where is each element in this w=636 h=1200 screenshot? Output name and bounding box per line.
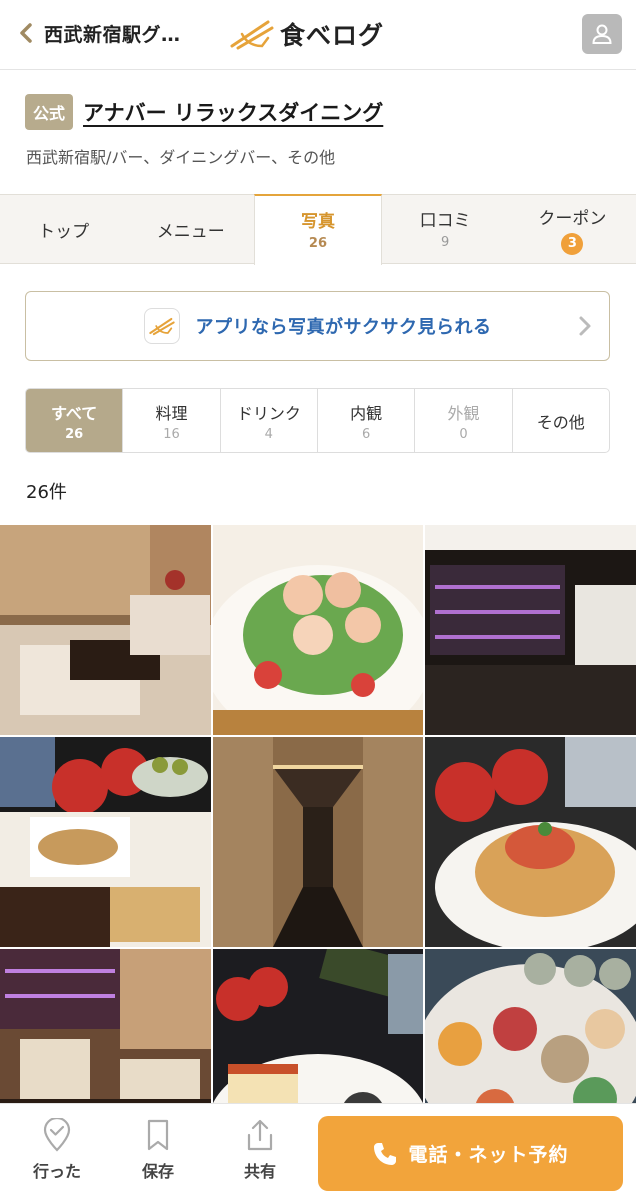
- coupon-count-badge: 3: [561, 232, 584, 255]
- tab-reviews[interactable]: 口コミ 9: [382, 195, 509, 263]
- filter-all[interactable]: すべて 26: [26, 389, 124, 452]
- official-badge: 公式: [25, 94, 74, 130]
- bottom-action-bar: 行った 保存 共有 電話・ネット予約: [0, 1103, 636, 1200]
- tab-label: 写真: [300, 212, 335, 232]
- filter-count: 26: [65, 426, 84, 442]
- reserve-label: 電話・ネット予約: [408, 1144, 569, 1166]
- reserve-button[interactable]: 電話・ネット予約: [318, 1116, 623, 1191]
- app-logo-icon: [143, 308, 180, 344]
- back-label: 西武新宿駅グ…: [44, 23, 181, 46]
- share-button[interactable]: 共有: [220, 1118, 300, 1182]
- went-button[interactable]: 行った: [17, 1118, 97, 1182]
- filter-count: 0: [459, 426, 468, 442]
- photo-grid: [0, 525, 636, 1169]
- logo-mark-icon: [230, 20, 274, 50]
- filter-label: すべて: [51, 403, 98, 423]
- app-header: 西武新宿駅グ… 食べログ: [0, 0, 636, 70]
- restaurant-tabs: トップ メニュー 写真 26 口コミ 9 クーポン 3: [0, 194, 636, 265]
- photo-thumbnail[interactable]: [425, 525, 636, 735]
- filter-label: その他: [536, 412, 585, 432]
- phone-icon: [374, 1142, 397, 1165]
- filter-drink[interactable]: ドリンク 4: [221, 389, 318, 452]
- map-pin-check-icon: [43, 1118, 71, 1152]
- tab-label: メニュー: [156, 221, 225, 242]
- filter-label: 料理: [155, 403, 188, 423]
- restaurant-name[interactable]: アナバー リラックスダイニング: [83, 97, 383, 127]
- filter-count: 6: [362, 426, 371, 442]
- result-count: 26件: [26, 482, 67, 503]
- bookmark-icon: [147, 1119, 169, 1151]
- tab-menu[interactable]: メニュー: [127, 195, 254, 263]
- app-promo-banner[interactable]: アプリなら写真がサクサク見られる: [25, 291, 610, 361]
- tab-label: 口コミ: [419, 210, 471, 231]
- filter-label: 外観: [447, 403, 480, 423]
- filter-label: ドリンク: [236, 403, 301, 423]
- tab-count: 9: [441, 234, 450, 250]
- chevron-left-icon: [14, 18, 38, 48]
- filter-count: 16: [163, 426, 180, 442]
- tab-label: クーポン: [538, 208, 607, 229]
- photo-page: 西武新宿駅グ… 食べログ 公式 アナバー リラックスダイニング 西武新宿駅/バー…: [0, 0, 636, 1200]
- went-label: 行った: [32, 1162, 81, 1181]
- filter-count: 4: [264, 426, 273, 442]
- save-button[interactable]: 保存: [118, 1118, 198, 1182]
- tabelog-logo[interactable]: 食べログ: [228, 14, 384, 54]
- user-icon: [592, 24, 612, 44]
- share-icon: [247, 1119, 273, 1151]
- back-button[interactable]: 西武新宿駅グ…: [14, 18, 181, 48]
- share-label: 共有: [243, 1162, 276, 1181]
- user-button[interactable]: [582, 14, 622, 54]
- save-label: 保存: [141, 1162, 174, 1181]
- tab-photos[interactable]: 写真 26: [254, 194, 382, 265]
- tab-label: トップ: [38, 221, 90, 242]
- filter-exterior: 外観 0: [415, 389, 513, 452]
- filter-food[interactable]: 料理 16: [123, 389, 221, 452]
- photo-thumbnail[interactable]: [213, 737, 423, 947]
- filter-label: 内観: [350, 403, 383, 423]
- tab-top[interactable]: トップ: [0, 195, 127, 263]
- app-promo-text: アプリなら写真がサクサク見られる: [195, 317, 492, 338]
- tab-count: 26: [308, 236, 328, 251]
- photo-thumbnail[interactable]: [425, 737, 636, 947]
- photo-category-filters: すべて 26 料理 16 ドリンク 4 内観 6 外観 0 その他: [25, 388, 610, 453]
- chevron-right-icon: [579, 316, 591, 336]
- tab-coupons[interactable]: クーポン 3: [509, 195, 636, 263]
- photo-thumbnail[interactable]: [0, 525, 211, 735]
- restaurant-heading: 公式 アナバー リラックスダイニング: [25, 94, 383, 130]
- filter-interior[interactable]: 内観 6: [318, 389, 416, 452]
- photo-thumbnail[interactable]: [213, 525, 423, 735]
- filter-other[interactable]: その他: [513, 389, 609, 452]
- logo-text: 食べログ: [280, 21, 385, 50]
- restaurant-genre: 西武新宿駅/バー、ダイニングバー、その他: [26, 148, 336, 167]
- photo-thumbnail[interactable]: [0, 737, 211, 947]
